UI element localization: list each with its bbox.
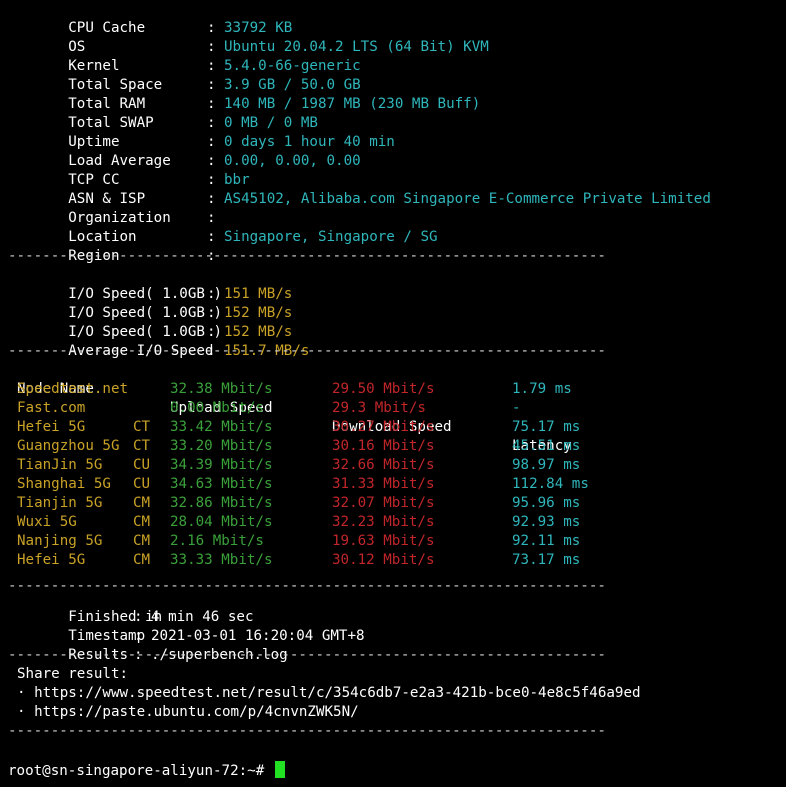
sysinfo-row-location: Location: Singapore, Singapore / SG xyxy=(68,229,438,245)
download-speed: 30.16 Mbit/s xyxy=(332,438,435,454)
sysinfo-row-total-ram: Total RAM: 140 MB / 1987 MB (230 MB Buff… xyxy=(68,96,481,112)
node-isp: CT xyxy=(133,438,151,454)
sysinfo-row-uptime: Uptime: 0 days 1 hour 40 min xyxy=(68,134,395,150)
latency: 73.17 ms xyxy=(512,552,581,568)
node-name: Speedtest.net xyxy=(17,381,129,397)
io-value: 152 MB/s xyxy=(224,324,293,340)
upload-speed: 32.38 Mbit/s xyxy=(170,381,273,397)
sysinfo-row-region: Region: xyxy=(68,248,225,264)
upload-speed: 32.86 Mbit/s xyxy=(170,495,273,511)
latency: - xyxy=(512,400,521,416)
node-isp: CU xyxy=(133,476,151,492)
node-isp: CM xyxy=(133,533,151,549)
prompt-text: root@sn-singapore-aliyun-72:~# xyxy=(8,763,265,779)
sysinfo-value: 33792 KB xyxy=(224,20,293,36)
summary-value: 4 min 46 sec xyxy=(151,609,254,625)
sysinfo-row-os: OS: Ubuntu 20.04.2 LTS (64 Bit) KVM xyxy=(68,39,489,55)
upload-speed: 33.20 Mbit/s xyxy=(170,438,273,454)
io-row: I/O Speed( 1.0GB ): 152 MB/s xyxy=(68,324,293,340)
download-speed: 31.33 Mbit/s xyxy=(332,476,435,492)
node-name: Tianjin 5G xyxy=(17,495,103,511)
sysinfo-row-cpu-cache: CPU Cache: 33792 KB xyxy=(68,20,293,36)
separator-line: ----------------------------------------… xyxy=(8,248,606,264)
sysinfo-value: 140 MB / 1987 MB (230 MB Buff) xyxy=(224,96,481,112)
terminal-window[interactable]: CPU Cache: 33792 KB OS: Ubuntu 20.04.2 L… xyxy=(0,0,786,787)
latency: 75.17 ms xyxy=(512,419,581,435)
download-speed: 29.50 Mbit/s xyxy=(332,381,435,397)
io-value: 152 MB/s xyxy=(224,305,293,321)
download-speed: 32.07 Mbit/s xyxy=(332,495,435,511)
upload-speed: 28.04 Mbit/s xyxy=(170,514,273,530)
separator-line: ----------------------------------------… xyxy=(8,343,606,359)
io-row: I/O Speed( 1.0GB ): 152 MB/s xyxy=(68,305,293,321)
upload-speed: 33.42 Mbit/s xyxy=(170,419,273,435)
share-link-speedtest[interactable]: · https://www.speedtest.net/result/c/354… xyxy=(17,684,641,703)
sysinfo-value: 5.4.0-66-generic xyxy=(224,58,361,74)
sysinfo-value: Ubuntu 20.04.2 LTS (64 Bit) KVM xyxy=(224,39,489,55)
node-name: Nanjing 5G xyxy=(17,533,103,549)
sysinfo-row-organization: Organization: xyxy=(68,210,225,226)
node-name: Fast.com xyxy=(17,400,86,416)
latency: 92.93 ms xyxy=(512,514,581,530)
sysinfo-row-total-space: Total Space: 3.9 GB / 50.0 GB xyxy=(68,77,361,93)
node-isp: CM xyxy=(133,514,151,530)
io-row-average: Average I/O Speed: 151.7 MB/s xyxy=(68,343,310,359)
sysinfo-value: Singapore, Singapore / SG xyxy=(224,229,438,245)
share-link-paste[interactable]: · https://paste.ubuntu.com/p/4cnvnZWK5N/ xyxy=(17,703,359,722)
node-isp: CU xyxy=(133,457,151,473)
sysinfo-value: 3.9 GB / 50.0 GB xyxy=(224,77,361,93)
sysinfo-row-kernel: Kernel: 5.4.0-66-generic xyxy=(68,58,361,74)
latency: 95.96 ms xyxy=(512,495,581,511)
node-name: Hefei 5G xyxy=(17,552,86,568)
upload-speed: 34.63 Mbit/s xyxy=(170,476,273,492)
sysinfo-value: 0 MB / 0 MB xyxy=(224,115,318,131)
upload-speed: 34.39 Mbit/s xyxy=(170,457,273,473)
latency: 1.79 ms xyxy=(512,381,572,397)
download-speed: 19.63 Mbit/s xyxy=(332,533,435,549)
node-name: Shanghai 5G xyxy=(17,476,111,492)
node-name: Hefei 5G xyxy=(17,419,86,435)
shell-prompt[interactable]: root@sn-singapore-aliyun-72:~# xyxy=(8,761,285,780)
summary-row-results: Results: ./superbench.log xyxy=(68,647,288,663)
io-value: 151 MB/s xyxy=(224,286,293,302)
sysinfo-row-asn-isp: ASN & ISP: AS45102, Alibaba.com Singapor… xyxy=(68,191,711,207)
summary-value: 2021-03-01 16:20:04 GMT+8 xyxy=(151,628,365,644)
io-row: I/O Speed( 1.0GB ): 151 MB/s xyxy=(68,286,293,302)
download-speed: 32.66 Mbit/s xyxy=(332,457,435,473)
latency: 112.84 ms xyxy=(512,476,589,492)
summary-row-timestamp: Timestamp: 2021-03-01 16:20:04 GMT+8 xyxy=(68,628,365,644)
latency: 45.51 ms xyxy=(512,438,581,454)
summary-row-finished: Finished in: 4 min 46 sec xyxy=(68,609,254,625)
upload-speed: 33.33 Mbit/s xyxy=(170,552,273,568)
speed-table-header: Node Name Upload Speed Download Speed La… xyxy=(17,361,572,454)
latency: 98.97 ms xyxy=(512,457,581,473)
node-name: TianJin 5G xyxy=(17,457,103,473)
download-speed: 30.27 Mbit/s xyxy=(332,419,435,435)
download-speed: 29.3 Mbit/s xyxy=(332,400,426,416)
sysinfo-row-tcp-cc: TCP CC: bbr xyxy=(68,172,250,188)
sysinfo-value: AS45102, Alibaba.com Singapore E-Commerc… xyxy=(224,191,711,207)
sysinfo-value: 0.00, 0.00, 0.00 xyxy=(224,153,361,169)
sysinfo-row-load-average: Load Average: 0.00, 0.00, 0.00 xyxy=(68,153,361,169)
cursor-block xyxy=(274,761,285,778)
separator-line: ----------------------------------------… xyxy=(8,647,606,663)
download-speed: 30.12 Mbit/s xyxy=(332,552,435,568)
latency: 92.11 ms xyxy=(512,533,581,549)
sysinfo-value: 0 days 1 hour 40 min xyxy=(224,134,395,150)
upload-speed: 2.16 Mbit/s xyxy=(170,533,264,549)
node-isp: CM xyxy=(133,552,151,568)
node-isp: CM xyxy=(133,495,151,511)
share-title: Share result: xyxy=(17,666,129,682)
sysinfo-row-total-swap: Total SWAP: 0 MB / 0 MB xyxy=(68,115,318,131)
node-isp: CT xyxy=(133,419,151,435)
node-name: Guangzhou 5G xyxy=(17,438,120,454)
node-name: Wuxi 5G xyxy=(17,514,77,530)
upload-speed: 0.00 Mbit/s xyxy=(170,400,264,416)
download-speed: 32.23 Mbit/s xyxy=(332,514,435,530)
separator-line: ----------------------------------------… xyxy=(8,723,606,739)
sysinfo-value: bbr xyxy=(224,172,250,188)
